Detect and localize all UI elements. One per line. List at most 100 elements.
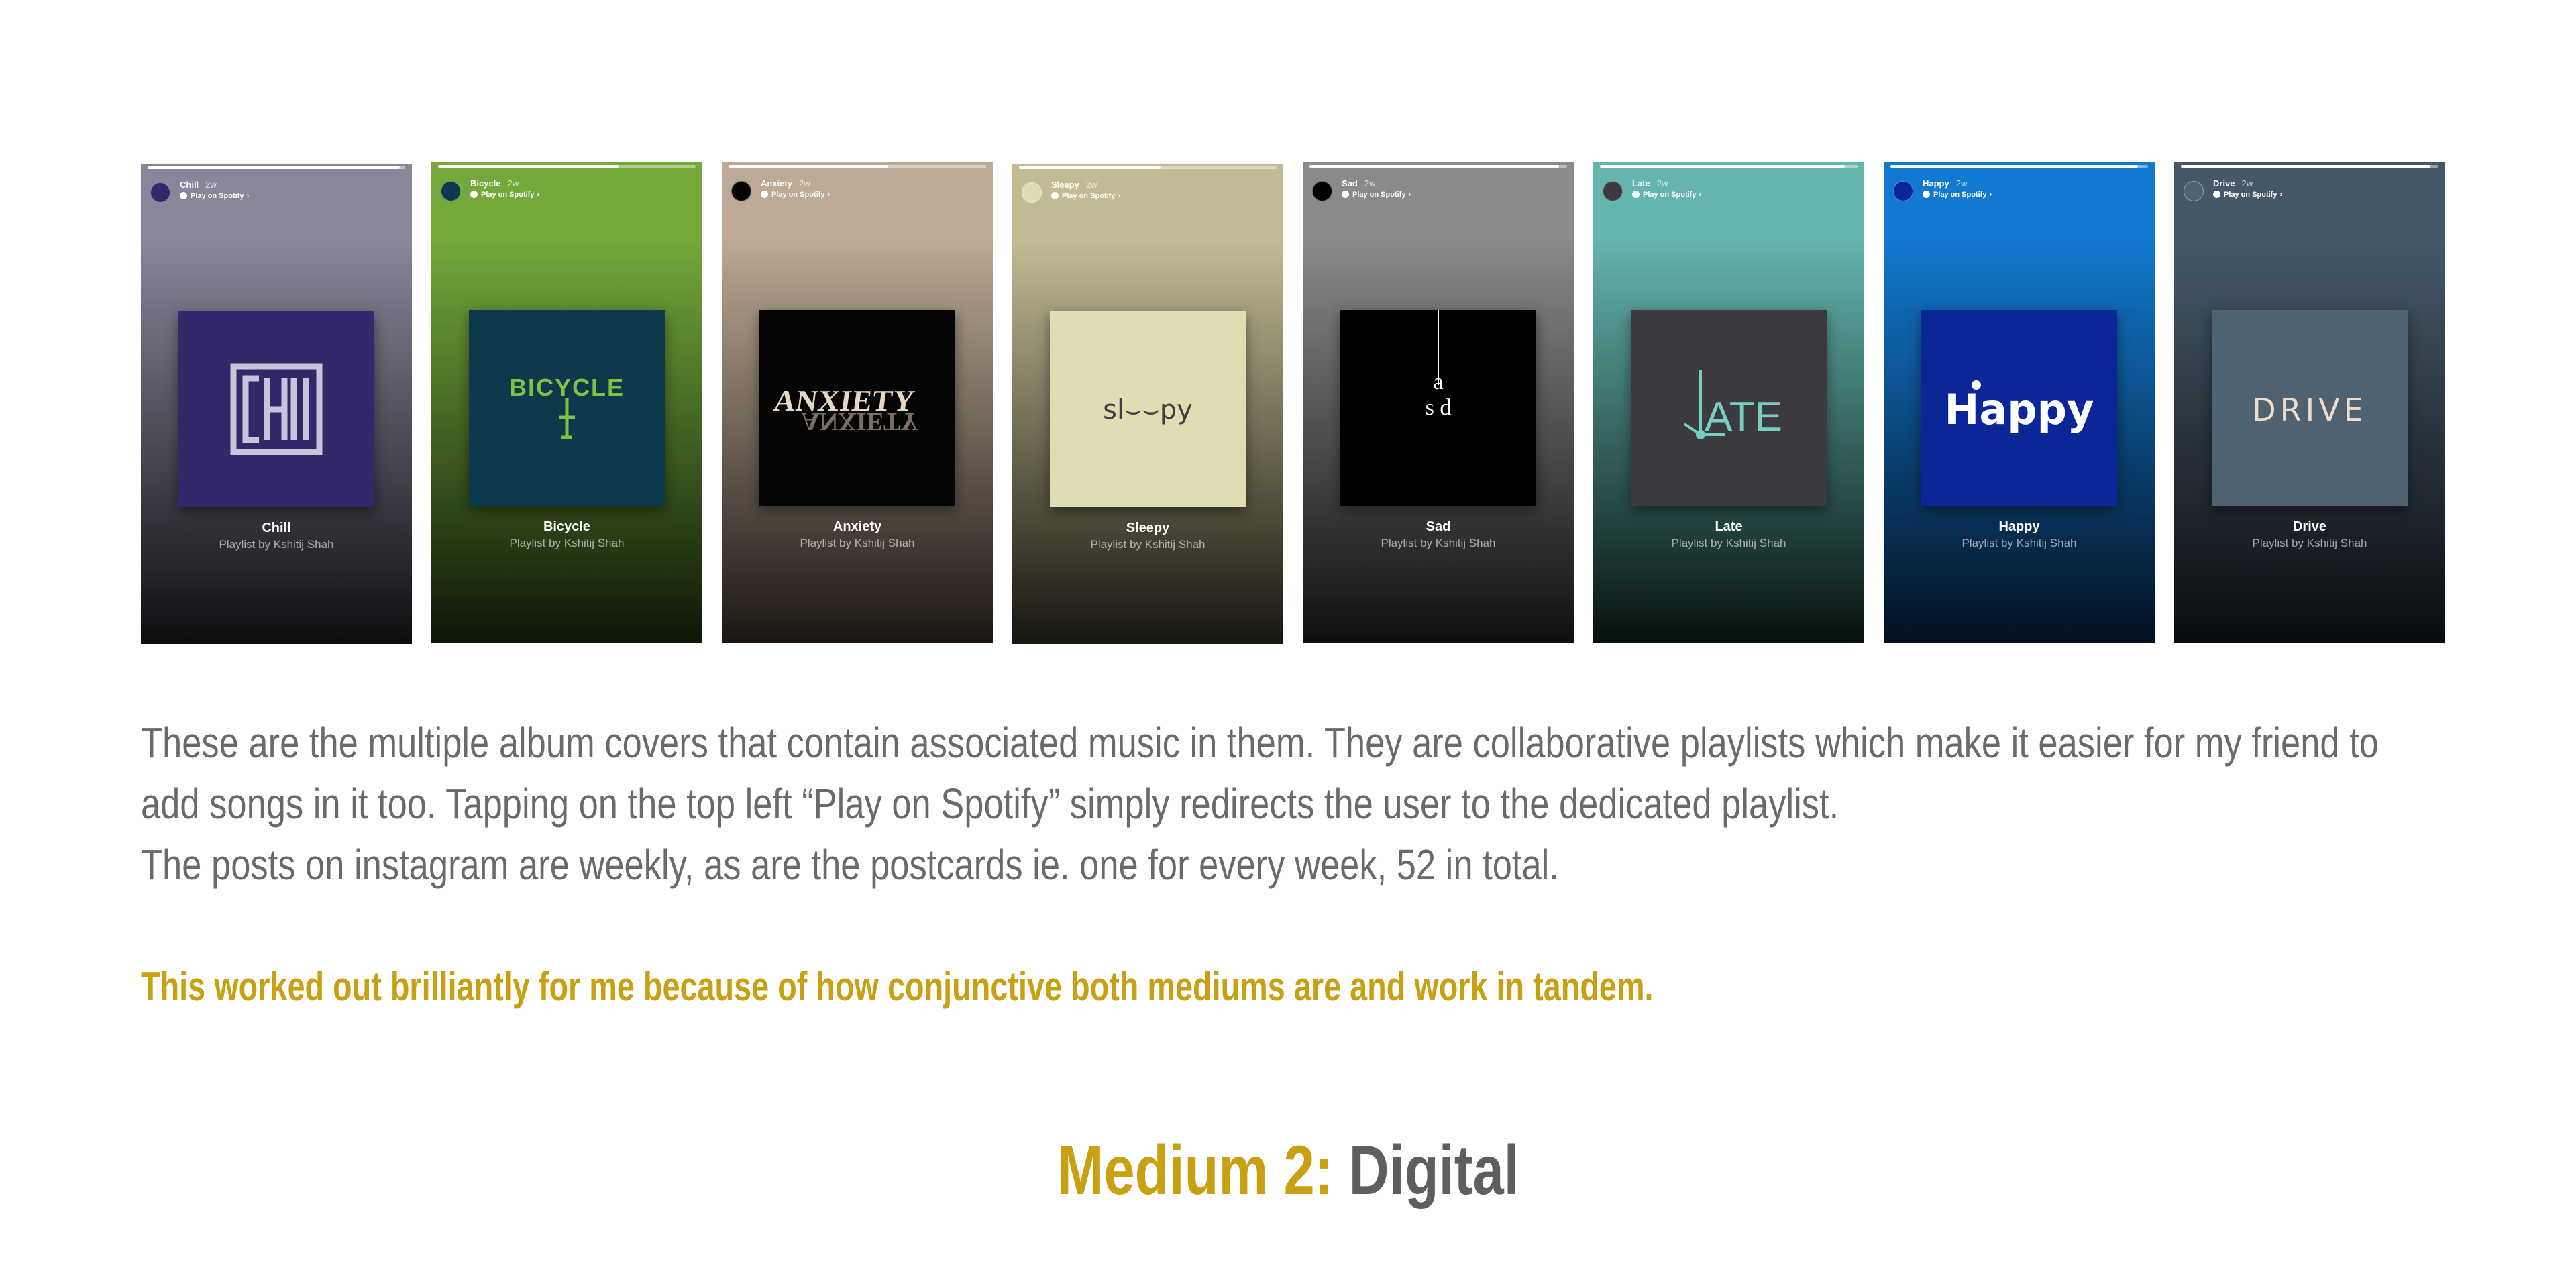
album-cover[interactable]: ATE	[1631, 310, 1827, 506]
playlist-title: Happy	[1998, 519, 2040, 534]
spotify-icon	[180, 192, 187, 199]
story-progress-bar	[1309, 165, 1567, 168]
playlist-title: Drive	[2292, 519, 2327, 534]
story-account-name: Anxiety	[761, 178, 792, 189]
spotify-icon	[1632, 191, 1640, 198]
playlist-title: Sad	[1426, 519, 1451, 534]
chevron-right-icon: ›	[2279, 191, 2283, 199]
story-card-sleepy[interactable]: Sleepy 2w Play on Spotify › sl⌣⌣py Sleepy Play…	[1012, 164, 1283, 644]
story-account-name: Sleepy	[1051, 180, 1079, 190]
story-card-sad[interactable]: Sad 2w Play on Spotify › a s d Sad Playlist by …	[1303, 162, 1574, 643]
play-on-spotify-label: Play on Spotify	[1933, 191, 1987, 199]
story-timestamp: 2w	[1085, 180, 1097, 190]
spotify-icon	[1051, 192, 1059, 199]
cover-art-sad: as d	[1426, 310, 1452, 420]
play-on-spotify-label: Play on Spotify	[191, 192, 244, 200]
play-on-spotify-link[interactable]: Play on Spotify ›	[180, 192, 249, 200]
svg-text:ANXIETY: ANXIETY	[801, 407, 918, 435]
story-timestamp: 2w	[1955, 178, 1968, 189]
playlist-subtitle: Playlist by Kshitij Shah	[800, 537, 915, 549]
svg-text:ATE: ATE	[1705, 394, 1782, 440]
playlist-title: Sleepy	[1126, 521, 1170, 535]
spotify-icon	[470, 191, 478, 198]
story-progress-bar	[1019, 166, 1277, 169]
story-progress-bar	[2181, 165, 2438, 168]
story-progress-bar	[438, 165, 696, 168]
playlist-title: Late	[1715, 519, 1743, 534]
album-cover[interactable]: ANXIETY ANXIETY	[759, 310, 955, 506]
description-paragraph-1: These are the multiple album covers that…	[141, 718, 2379, 828]
playlist-avatar	[441, 181, 461, 201]
story-timestamp: 2w	[2241, 178, 2253, 189]
album-cover[interactable]	[178, 311, 374, 507]
story-account-name: Happy	[1923, 178, 1949, 189]
play-on-spotify-link[interactable]: Play on Spotify ›	[761, 191, 830, 199]
spotify-icon	[1923, 191, 1930, 198]
cover-art-drive: DRIVE	[2252, 392, 2367, 428]
album-cover[interactable]: DRIVE	[2212, 310, 2408, 506]
play-on-spotify-link[interactable]: Play on Spotify ›	[470, 191, 539, 199]
highlight-text: This worked out brilliantly for me becau…	[141, 964, 1654, 1009]
cover-art-bicycle: BICYCLE	[509, 374, 625, 439]
spotify-icon	[1342, 191, 1349, 198]
playlist-avatar	[731, 181, 751, 201]
description-text: These are the multiple album covers that…	[141, 712, 2446, 896]
story-card-bicycle[interactable]: Bicycle 2w Play on Spotify › BICYCLE Bicycle P…	[431, 162, 702, 643]
playlist-subtitle: Playlist by Kshitij Shah	[1381, 537, 1496, 549]
chevron-right-icon: ›	[537, 191, 540, 199]
story-timestamp: 2w	[507, 178, 519, 189]
story-account-name: Chill	[180, 180, 199, 190]
album-cover[interactable]: Happy	[1921, 310, 2117, 506]
story-card-late[interactable]: Late 2w Play on Spotify › ATE Late Playlist by…	[1593, 162, 1864, 643]
story-account-name: Bicycle	[470, 178, 501, 189]
story-card-anxiety[interactable]: Anxiety 2w Play on Spotify › ANXIETY ANXIETY A…	[722, 162, 993, 643]
playlist-avatar	[1603, 181, 1623, 201]
cover-art-late: ATE	[1683, 370, 1782, 440]
playlist-subtitle: Playlist by Kshitij Shah	[219, 538, 334, 551]
album-cover[interactable]: BICYCLE	[469, 310, 665, 506]
svg-text:Happy: Happy	[1945, 385, 2094, 434]
story-timestamp: 2w	[205, 180, 217, 190]
svg-text:s d: s d	[1426, 395, 1452, 420]
play-on-spotify-label: Play on Spotify	[771, 191, 825, 199]
story-card-drive[interactable]: Drive 2w Play on Spotify › DRIVE Drive Playlis…	[2174, 162, 2445, 643]
playlist-title: Chill	[262, 521, 291, 535]
story-progress-bar	[1890, 165, 2148, 168]
chevron-right-icon: ›	[1118, 192, 1121, 200]
section-heading-lead: Medium 2:	[1057, 1132, 1334, 1210]
playlist-title: Anxiety	[833, 519, 882, 534]
chevron-right-icon: ›	[1699, 191, 1702, 199]
spotify-icon	[761, 191, 768, 198]
play-on-spotify-link[interactable]: Play on Spotify ›	[1632, 191, 1701, 199]
play-on-spotify-link[interactable]: Play on Spotify ›	[1051, 192, 1120, 200]
cover-art-anxiety: ANXIETYANXIETY	[772, 384, 919, 435]
playlist-subtitle: Playlist by Kshitij Shah	[509, 537, 625, 549]
svg-text:BICYCLE: BICYCLE	[509, 374, 625, 401]
play-on-spotify-label: Play on Spotify	[1643, 191, 1697, 199]
playlist-subtitle: Playlist by Kshitij Shah	[1962, 537, 2077, 549]
play-on-spotify-link[interactable]: Play on Spotify ›	[2213, 191, 2282, 199]
play-on-spotify-link[interactable]: Play on Spotify ›	[1923, 191, 1992, 199]
story-account-name: Late	[1632, 178, 1650, 189]
story-card-chill[interactable]: Chill 2w Play on Spotify › Chill Playlist by …	[141, 164, 412, 644]
story-card-happy[interactable]: Happy 2w Play on Spotify › Happy Happy Playlis…	[1884, 162, 2155, 643]
svg-text:a: a	[1433, 370, 1443, 394]
album-cover[interactable]: as d	[1340, 310, 1536, 506]
story-account-name: Sad	[1342, 178, 1358, 189]
svg-text:DRIVE: DRIVE	[2252, 392, 2367, 428]
story-progress-bar	[1600, 165, 1858, 168]
playlist-avatar	[1312, 181, 1332, 201]
cover-art-chill	[230, 363, 323, 455]
story-timestamp: 2w	[1364, 178, 1376, 189]
svg-text:sl⌣⌣py: sl⌣⌣py	[1103, 394, 1193, 425]
description-paragraph-2: The posts on instagram are weekly, as ar…	[141, 841, 1559, 889]
album-cover[interactable]: sl⌣⌣py	[1050, 311, 1246, 507]
play-on-spotify-link[interactable]: Play on Spotify ›	[1342, 191, 1411, 199]
cover-art-happy: Happy	[1945, 380, 2094, 434]
playlist-subtitle: Playlist by Kshitij Shah	[1671, 537, 1786, 549]
section-heading-rest: Digital	[1348, 1132, 1519, 1210]
playlist-title: Bicycle	[543, 519, 591, 534]
chevron-right-icon: ›	[1408, 191, 1411, 199]
playlist-subtitle: Playlist by Kshitij Shah	[2252, 537, 2367, 549]
story-gallery: Chill 2w Play on Spotify › Chill Playlist by …	[141, 161, 2445, 644]
